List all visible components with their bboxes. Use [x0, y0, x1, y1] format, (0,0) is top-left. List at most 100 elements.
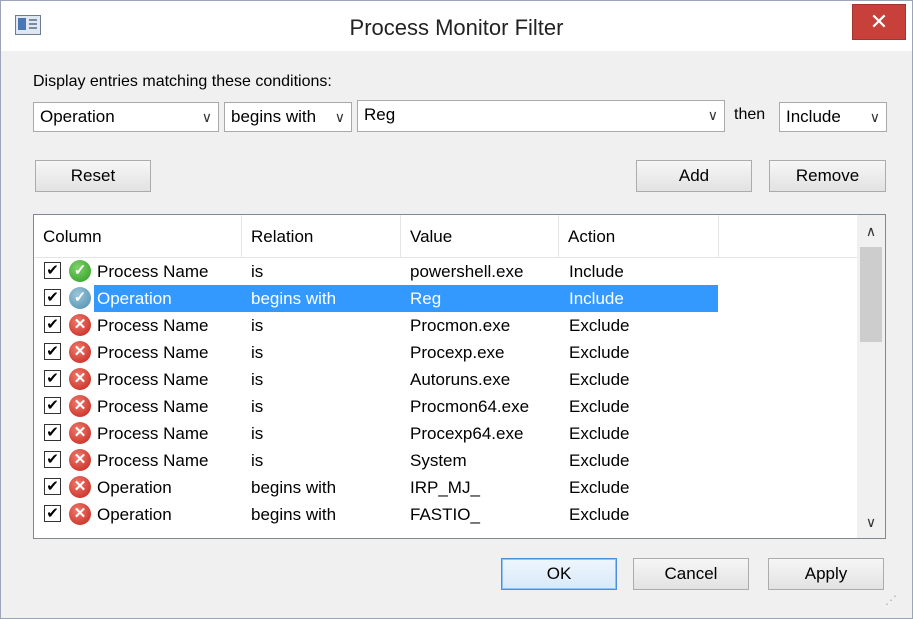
cell-column: Operation — [97, 289, 172, 308]
red-x-icon: ✕ — [69, 314, 91, 336]
cell-column: Process Name — [97, 397, 209, 416]
checkbox-checked-icon[interactable]: ✔ — [44, 370, 61, 387]
cell-action: Exclude — [569, 451, 630, 470]
header-column[interactable]: Column — [34, 215, 242, 257]
table-row[interactable]: ✔ ✕ Process Name is Procmon64.exe Exclude — [34, 393, 857, 420]
cell-action: Exclude — [569, 478, 630, 497]
ok-button[interactable]: OK — [501, 558, 617, 590]
table-row[interactable]: ✔ ✓ Process Name is powershell.exe Include — [34, 258, 857, 285]
cell-column: Process Name — [97, 370, 209, 389]
cell-value: System — [410, 451, 467, 470]
cell-column: Process Name — [97, 451, 209, 470]
table-row[interactable]: ✔ ✓ Operation begins with Reg Include — [34, 285, 857, 312]
add-button[interactable]: Add — [636, 160, 752, 192]
cell-relation: begins with — [251, 505, 337, 524]
red-x-icon: ✕ — [69, 368, 91, 390]
red-x-icon: ✕ — [69, 476, 91, 498]
header-action[interactable]: Action — [559, 215, 719, 257]
cell-action: Include — [569, 289, 624, 308]
selection-highlight — [94, 285, 718, 312]
cell-action: Exclude — [569, 343, 630, 362]
cell-value: FASTIO_ — [410, 505, 480, 524]
cell-value: IRP_MJ_ — [410, 478, 480, 497]
table-row[interactable]: ✔ ✕ Operation begins with FASTIO_ Exclude — [34, 501, 857, 528]
chevron-up-icon[interactable]: ∧ — [857, 218, 885, 244]
cell-column: Operation — [97, 505, 172, 524]
cell-column: Process Name — [97, 424, 209, 443]
cell-relation: is — [251, 370, 264, 389]
column-dropdown-value: Operation — [40, 107, 115, 126]
reset-button[interactable]: Reset — [35, 160, 151, 192]
checkbox-checked-icon[interactable]: ✔ — [44, 451, 61, 468]
relation-dropdown-value: begins with — [231, 107, 317, 126]
green-check-icon: ✓ — [69, 260, 91, 282]
cancel-button[interactable]: Cancel — [633, 558, 749, 590]
table-row[interactable]: ✔ ✕ Process Name is Autoruns.exe Exclude — [34, 366, 857, 393]
green-check-icon: ✓ — [69, 287, 91, 309]
vertical-scrollbar[interactable]: ∧ ∨ — [857, 215, 885, 538]
value-combobox[interactable]: Reg ∨ — [357, 100, 725, 132]
table-row[interactable]: ✔ ✕ Operation begins with IRP_MJ_ Exclude — [34, 474, 857, 501]
cell-column: Operation — [97, 478, 172, 497]
cell-value: Procexp.exe — [410, 343, 505, 362]
action-dropdown-value: Include — [786, 107, 841, 126]
chevron-down-icon: ∨ — [201, 109, 212, 125]
chevron-down-icon: ∨ — [334, 109, 345, 125]
cell-relation: is — [251, 451, 264, 470]
remove-button[interactable]: Remove — [769, 160, 886, 192]
checkbox-checked-icon[interactable]: ✔ — [44, 289, 61, 306]
table-row[interactable]: ✔ ✕ Process Name is Procmon.exe Exclude — [34, 312, 857, 339]
resize-grip-icon[interactable]: ⋰ — [885, 593, 903, 611]
cell-action: Exclude — [569, 316, 630, 335]
scrollbar-thumb[interactable] — [860, 247, 882, 342]
cell-value: Autoruns.exe — [410, 370, 511, 389]
checkbox-checked-icon[interactable]: ✔ — [44, 478, 61, 495]
table-row[interactable]: ✔ ✕ Process Name is System Exclude — [34, 447, 857, 474]
relation-dropdown[interactable]: begins with ∨ — [224, 102, 352, 132]
cell-relation: is — [251, 316, 264, 335]
column-dropdown[interactable]: Operation ∨ — [33, 102, 219, 132]
close-button[interactable]: ✕ — [852, 4, 906, 40]
cell-relation: begins with — [251, 478, 337, 497]
filter-list[interactable]: Column Relation Value Action ✔ ✓ Process N… — [33, 214, 886, 539]
cell-value: Procmon.exe — [410, 316, 511, 335]
red-x-icon: ✕ — [69, 422, 91, 444]
checkbox-checked-icon[interactable]: ✔ — [44, 397, 61, 414]
red-x-icon: ✕ — [69, 503, 91, 525]
action-dropdown[interactable]: Include ∨ — [779, 102, 887, 132]
cell-action: Exclude — [569, 370, 630, 389]
checkbox-checked-icon[interactable]: ✔ — [44, 316, 61, 333]
checkbox-checked-icon[interactable]: ✔ — [44, 262, 61, 279]
window-title: Process Monitor Filter — [349, 15, 564, 40]
cell-action: Exclude — [569, 505, 630, 524]
cell-relation: is — [251, 262, 264, 281]
checkbox-checked-icon[interactable]: ✔ — [44, 343, 61, 360]
title-bar: Process Monitor Filter ✕ — [1, 1, 912, 51]
red-x-icon: ✕ — [69, 395, 91, 417]
chevron-down-icon[interactable]: ∨ — [708, 101, 718, 129]
cell-value: Reg — [410, 289, 442, 308]
apply-button[interactable]: Apply — [768, 558, 884, 590]
header-value[interactable]: Value — [401, 215, 559, 257]
table-row[interactable]: ✔ ✕ Process Name is Procexp.exe Exclude — [34, 339, 857, 366]
table-row[interactable]: ✔ ✕ Process Name is Procexp64.exe Exclude — [34, 420, 857, 447]
cell-relation: is — [251, 397, 264, 416]
cell-relation: begins with — [251, 289, 337, 308]
cell-relation: is — [251, 424, 264, 443]
cell-action: Exclude — [569, 397, 630, 416]
cell-value: Procmon64.exe — [410, 397, 530, 416]
chevron-down-icon: ∨ — [869, 109, 880, 125]
chevron-down-icon[interactable]: ∨ — [857, 509, 885, 535]
cell-value: Procexp64.exe — [410, 424, 524, 443]
checkbox-checked-icon[interactable]: ✔ — [44, 424, 61, 441]
red-x-icon: ✕ — [69, 341, 91, 363]
filter-dialog: Process Monitor Filter ✕ Display entries… — [0, 0, 913, 619]
header-relation[interactable]: Relation — [242, 215, 401, 257]
cell-value: powershell.exe — [410, 262, 524, 281]
conditions-label: Display entries matching these condition… — [33, 73, 332, 90]
cell-action: Exclude — [569, 424, 630, 443]
cell-action: Include — [569, 262, 624, 281]
value-input-text: Reg — [364, 105, 396, 124]
checkbox-checked-icon[interactable]: ✔ — [44, 505, 61, 522]
cell-column: Process Name — [97, 343, 209, 362]
